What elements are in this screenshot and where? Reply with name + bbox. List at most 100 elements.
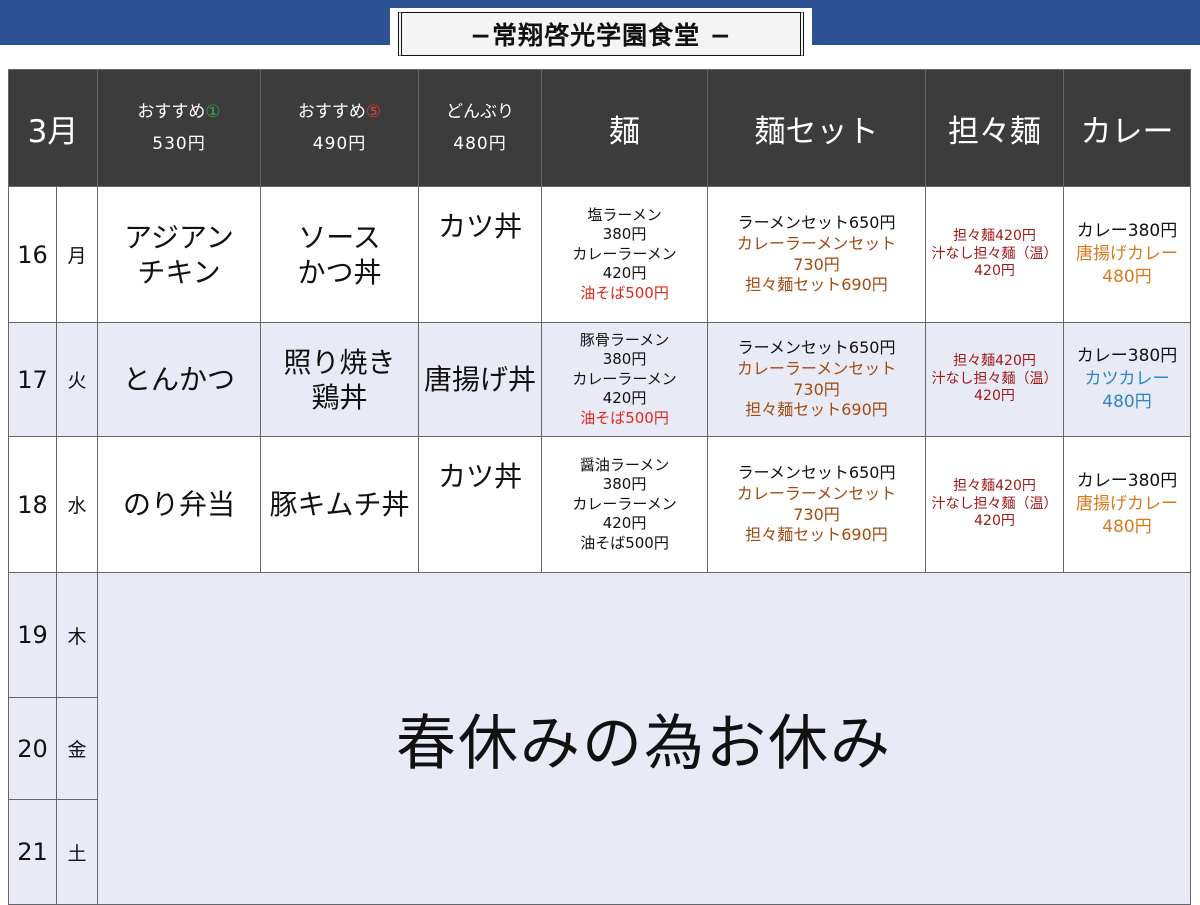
- men-line: 油そば500円: [580, 533, 669, 552]
- dish-line: チキン: [137, 255, 221, 289]
- header-men-set: 麺セット: [707, 69, 927, 187]
- tan-line: 担々麺420円: [953, 228, 1036, 245]
- men-line: 420円: [602, 389, 647, 408]
- rec5-dish: 豚キムチ丼: [260, 436, 420, 573]
- day-number: 19: [8, 572, 57, 698]
- day-of-week: 火: [55, 322, 99, 437]
- dish-line: かつ丼: [297, 255, 382, 289]
- day-of-week: 水: [55, 436, 99, 573]
- tan-line: 汁なし担々麺（温）: [931, 370, 1058, 387]
- tantan-cell: 担々麺420円 汁なし担々麺（温） 420円: [925, 436, 1065, 573]
- tan-line: 420円: [974, 388, 1015, 405]
- day-number: 16: [8, 186, 57, 323]
- set-line: 730円: [793, 254, 840, 274]
- rec1-price: 530円: [152, 134, 206, 154]
- men-line: カレーラーメン: [572, 369, 677, 388]
- donburi-dish: カツ丼: [418, 186, 543, 323]
- day-of-week: 金: [55, 697, 99, 800]
- set-line: ラーメンセット650円: [737, 462, 896, 482]
- donburi-dish: カツ丼: [418, 436, 543, 573]
- men-set-cell: ラーメンセット650円 カレーラーメンセット 730円 担々麺セット690円: [707, 186, 927, 323]
- curry-line: 唐揚げカレー: [1076, 494, 1179, 515]
- men-line: 420円: [602, 264, 647, 283]
- men-cell: 豚骨ラーメン 380円 カレーラーメン 420円 油そば500円: [541, 322, 709, 437]
- rec5-mark: ⑤: [365, 101, 382, 122]
- tan-line: 汁なし担々麺（温）: [931, 495, 1058, 512]
- men-line: 豚骨ラーメン: [579, 330, 670, 349]
- dish-line: のり弁当: [123, 488, 236, 521]
- set-line: ラーメンセット650円: [737, 337, 896, 357]
- curry-line: 唐揚げカレー: [1076, 244, 1179, 265]
- rec1-dish: のり弁当: [97, 436, 262, 573]
- men-line: 420円: [602, 514, 647, 533]
- day-number: 20: [8, 697, 57, 800]
- dish-line: ソース: [298, 220, 381, 254]
- set-line: 730円: [793, 379, 840, 399]
- day-of-week: 土: [55, 799, 99, 905]
- tan-line: 420円: [974, 513, 1015, 530]
- day-number: 17: [8, 322, 57, 437]
- men-set-cell: ラーメンセット650円 カレーラーメンセット 730円 担々麺セット690円: [707, 322, 927, 437]
- curry-line: カレー380円: [1076, 221, 1178, 242]
- curry-line: 480円: [1102, 391, 1152, 412]
- rec5-dish: ソース かつ丼: [260, 186, 420, 323]
- men-line: 醤油ラーメン: [579, 455, 670, 474]
- set-line: カレーラーメンセット: [736, 483, 897, 503]
- tan-line: 汁なし担々麺（温）: [931, 245, 1058, 262]
- curry-line: カレー380円: [1076, 471, 1178, 492]
- men-line: 380円: [602, 350, 647, 369]
- men-line: 380円: [602, 225, 647, 244]
- men-line: 油そば500円: [580, 283, 669, 302]
- curry-cell: カレー380円 カツカレー 480円: [1063, 322, 1192, 437]
- table-row: 17 火 とんかつ 照り焼き 鶏丼 唐揚げ丼 豚骨ラーメン 380円 カレーラーメン 4…: [8, 322, 1192, 437]
- curry-line: 480円: [1102, 266, 1152, 287]
- day-number: 18: [8, 436, 57, 573]
- rec5-label: おすすめ: [297, 101, 366, 122]
- tantan-cell: 担々麺420円 汁なし担々麺（温） 420円: [925, 186, 1065, 323]
- set-line: 730円: [793, 504, 840, 524]
- page-title: −常翔啓光学園食堂 −: [398, 12, 804, 56]
- header-recommend-1: おすすめ① 530円: [97, 69, 262, 187]
- set-line: カレーラーメンセット: [736, 358, 897, 378]
- dish-line: アジアン: [124, 220, 234, 254]
- men-set-cell: ラーメンセット650円 カレーラーメンセット 730円 担々麺セット690円: [707, 436, 927, 573]
- men-cell: 醤油ラーメン 380円 カレーラーメン 420円 油そば500円: [541, 436, 709, 573]
- rec5-price: 490円: [312, 134, 367, 154]
- curry-line: 480円: [1102, 516, 1152, 537]
- rec5-dish: 照り焼き 鶏丼: [260, 322, 420, 437]
- men-line: カレーラーメン: [572, 494, 677, 513]
- menu-table: 3月 おすすめ① 530円 おすすめ⑤ 490円 どんぶり 480円 麺 麺セッ…: [7, 69, 1192, 905]
- dish-line: とんかつ: [123, 363, 236, 396]
- curry-line: カツカレー: [1084, 369, 1170, 390]
- set-line: 担々麺セット690円: [745, 275, 888, 295]
- table-row: 18 水 のり弁当 豚キムチ丼 カツ丼 醤油ラーメン 380円 カレーラーメン 420…: [8, 436, 1192, 573]
- header-tantan: 担々麺: [925, 69, 1065, 187]
- day-of-week: 月: [55, 186, 99, 323]
- don-label: どんぶり: [446, 101, 515, 122]
- curry-cell: カレー380円 唐揚げカレー 480円: [1063, 436, 1192, 573]
- dish-line: 鶏丼: [311, 380, 368, 414]
- dish-line: 豚キムチ丼: [269, 488, 410, 521]
- men-cell: 塩ラーメン 380円 カレーラーメン 420円 油そば500円: [541, 186, 709, 323]
- tan-line: 420円: [974, 263, 1015, 280]
- don-price: 480円: [453, 134, 507, 154]
- closed-row: 19 木 春休みの為お休み: [8, 572, 1192, 905]
- header-recommend-5: おすすめ⑤ 490円: [260, 69, 420, 187]
- set-line: ラーメンセット650円: [737, 212, 896, 232]
- table-row: 16 月 アジアン チキン ソース かつ丼 カツ丼 塩ラーメン 380円 カレーラーメン…: [8, 186, 1192, 323]
- title-plate: −常翔啓光学園食堂 −: [390, 8, 812, 60]
- header-men: 麺: [541, 69, 709, 187]
- men-line: 380円: [602, 475, 647, 494]
- rec1-dish: アジアン チキン: [97, 186, 262, 323]
- header-row: 3月 おすすめ① 530円 おすすめ⑤ 490円 どんぶり 480円 麺 麺セッ…: [7, 69, 1192, 187]
- curry-cell: カレー380円 唐揚げカレー 480円: [1063, 186, 1192, 323]
- closed-notice: 春休みの為お休み: [97, 572, 1192, 905]
- donburi-dish: 唐揚げ丼: [418, 322, 543, 437]
- day-number: 21: [8, 799, 57, 905]
- month-header: 3月: [7, 69, 99, 187]
- day-of-week: 木: [55, 572, 99, 698]
- set-line: カレーラーメンセット: [736, 233, 897, 253]
- curry-line: カレー380円: [1076, 346, 1178, 367]
- header-curry: カレー: [1063, 69, 1192, 187]
- header-donburi: どんぶり 480円: [418, 69, 543, 187]
